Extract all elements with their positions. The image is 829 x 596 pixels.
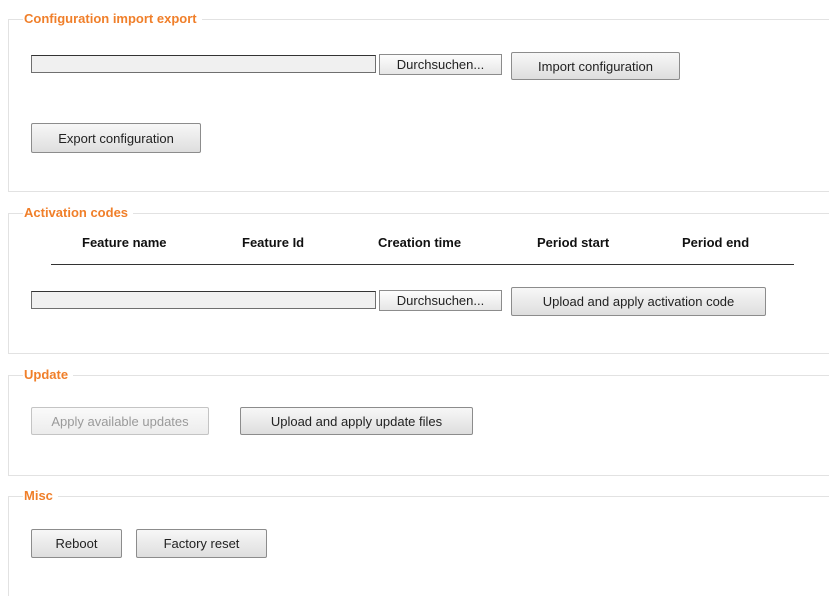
factory-reset-button[interactable]: Factory reset	[136, 529, 267, 558]
config-file-input[interactable]	[31, 55, 376, 73]
update-section: Update Apply available updates Upload an…	[8, 367, 829, 476]
config-browse-button[interactable]: Durchsuchen...	[379, 54, 502, 75]
reboot-button[interactable]: Reboot	[31, 529, 122, 558]
activation-browse-button[interactable]: Durchsuchen...	[379, 290, 502, 311]
export-configuration-button[interactable]: Export configuration	[31, 123, 201, 153]
activation-section-title: Activation codes	[23, 205, 134, 221]
column-creation-time: Creation time	[378, 235, 462, 250]
misc-section: Misc Reboot Factory reset	[8, 488, 829, 596]
apply-available-updates-button[interactable]: Apply available updates	[31, 407, 209, 435]
config-section: Configuration import export Durchsuchen.…	[8, 11, 829, 192]
column-period-start: Period start	[537, 235, 610, 250]
column-feature-id: Feature Id	[242, 235, 305, 250]
update-section-title: Update	[23, 367, 74, 383]
table-header-divider	[51, 264, 794, 265]
upload-activation-code-button[interactable]: Upload and apply activation code	[511, 287, 766, 316]
activation-section: Activation codes Feature name Feature Id…	[8, 205, 829, 354]
column-feature-name: Feature name	[82, 235, 167, 250]
upload-update-files-button[interactable]: Upload and apply update files	[240, 407, 473, 435]
column-period-end: Period end	[682, 235, 750, 250]
config-section-title: Configuration import export	[23, 11, 202, 27]
import-configuration-button[interactable]: Import configuration	[511, 52, 680, 80]
misc-section-title: Misc	[23, 488, 58, 504]
activation-file-input[interactable]	[31, 291, 376, 309]
